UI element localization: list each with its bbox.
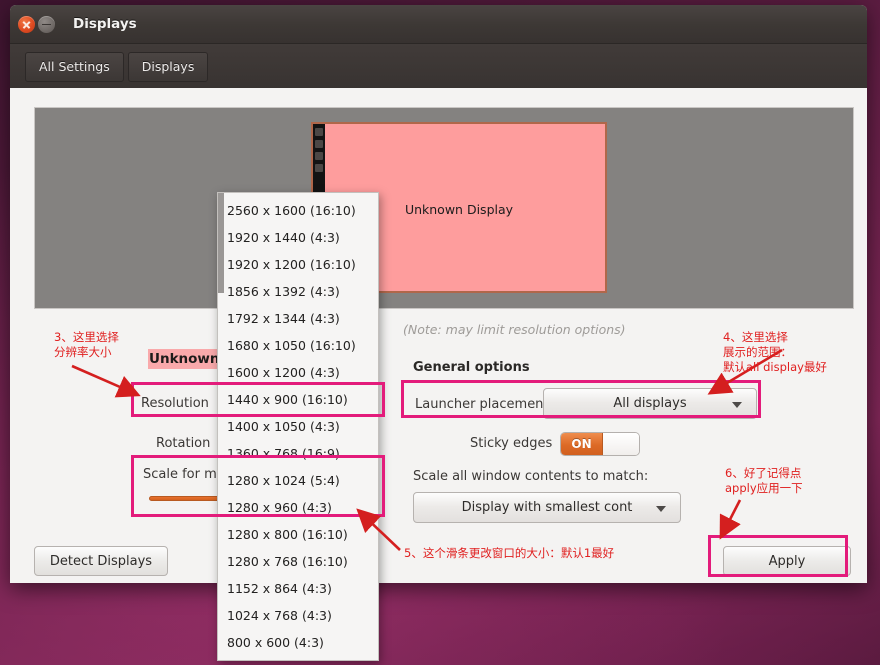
resolution-option[interactable]: 2560 x 1600 (16:10)	[218, 197, 378, 224]
resolution-option[interactable]: 1400 x 1050 (4:3)	[218, 413, 378, 440]
resolution-option[interactable]: 1024 x 768 (4:3)	[218, 602, 378, 629]
launcher-dot-icon	[315, 140, 323, 148]
resolution-option[interactable]: 800 x 600 (4:3)	[218, 629, 378, 656]
all-settings-button[interactable]: All Settings	[25, 51, 124, 82]
detect-displays-button[interactable]: Detect Displays	[34, 546, 168, 576]
scale-all-windows-value: Display with smallest cont	[461, 500, 633, 515]
sticky-edges-toggle[interactable]: ON	[560, 432, 640, 456]
resolution-option[interactable]: 1360 x 768 (16:9)	[218, 440, 378, 467]
resolution-option[interactable]: 1600 x 1200 (4:3)	[218, 359, 378, 386]
launcher-placement-value: All displays	[613, 396, 687, 411]
resolution-option[interactable]: 1680 x 1050 (16:10)	[218, 332, 378, 359]
close-icon[interactable]	[18, 15, 35, 33]
dropdown-scrollbar[interactable]	[218, 193, 224, 293]
scale-all-windows-select[interactable]: Display with smallest cont	[413, 492, 681, 523]
launcher-dot-icon	[315, 164, 323, 172]
chevron-down-icon	[656, 505, 666, 512]
window-toolbar: All Settings Displays	[10, 44, 867, 90]
resolution-label: Resolution	[141, 396, 209, 411]
annotation-note-5: 5、这个滑条更改窗口的大小：默认1最好	[404, 546, 615, 560]
resolution-option[interactable]: 1440 x 900 (16:10)	[218, 386, 378, 413]
sticky-edges-label: Sticky edges	[470, 436, 553, 451]
annotation-note-3: 3、这里选择 分辨率大小	[54, 330, 119, 359]
general-options-heading: General options	[413, 360, 530, 375]
apply-button[interactable]: Apply	[723, 546, 851, 576]
window-titlebar: Displays	[10, 5, 867, 44]
resolution-option[interactable]: 1280 x 960 (4:3)	[218, 494, 378, 521]
launcher-dot-icon	[315, 128, 323, 136]
sticky-edges-toggle-track	[603, 433, 639, 455]
resolution-note: (Note: may limit resolution options)	[403, 322, 626, 337]
resolution-option[interactable]: 1792 x 1344 (4:3)	[218, 305, 378, 332]
launcher-dot-icon	[315, 152, 323, 160]
display-arrangement-canvas[interactable]: Unknown Display	[34, 107, 854, 309]
minimize-icon[interactable]	[38, 15, 55, 33]
chevron-down-icon	[732, 401, 742, 408]
displays-button[interactable]: Displays	[127, 51, 209, 82]
annotation-note-6: 6、好了记得点 apply应用一下	[725, 466, 803, 495]
resolution-option[interactable]: 1920 x 1440 (4:3)	[218, 224, 378, 251]
window-title: Displays	[73, 16, 137, 32]
launcher-placement-label: Launcher placement	[415, 397, 549, 412]
resolution-option[interactable]: 1152 x 864 (4:3)	[218, 575, 378, 602]
sticky-edges-toggle-state: ON	[561, 433, 603, 455]
resolution-option[interactable]: 1280 x 768 (16:10)	[218, 548, 378, 575]
launcher-placement-select[interactable]: All displays	[543, 388, 757, 419]
annotation-note-4: 4、这里选择 展示的范围： 默认all display最好	[723, 330, 827, 374]
resolution-option[interactable]: 1856 x 1392 (4:3)	[218, 278, 378, 305]
resolution-option[interactable]: 1280 x 800 (16:10)	[218, 521, 378, 548]
resolution-option[interactable]: 1920 x 1200 (16:10)	[218, 251, 378, 278]
rotation-label: Rotation	[156, 436, 211, 451]
displays-window: Displays All Settings Displays Unknown D…	[10, 5, 867, 583]
resolution-option[interactable]: 1280 x 1024 (5:4)	[218, 467, 378, 494]
resolution-dropdown-menu[interactable]: 2560 x 1600 (16:10) 1920 x 1440 (4:3) 1920…	[217, 192, 379, 661]
scale-all-windows-label: Scale all window contents to match:	[413, 469, 649, 484]
